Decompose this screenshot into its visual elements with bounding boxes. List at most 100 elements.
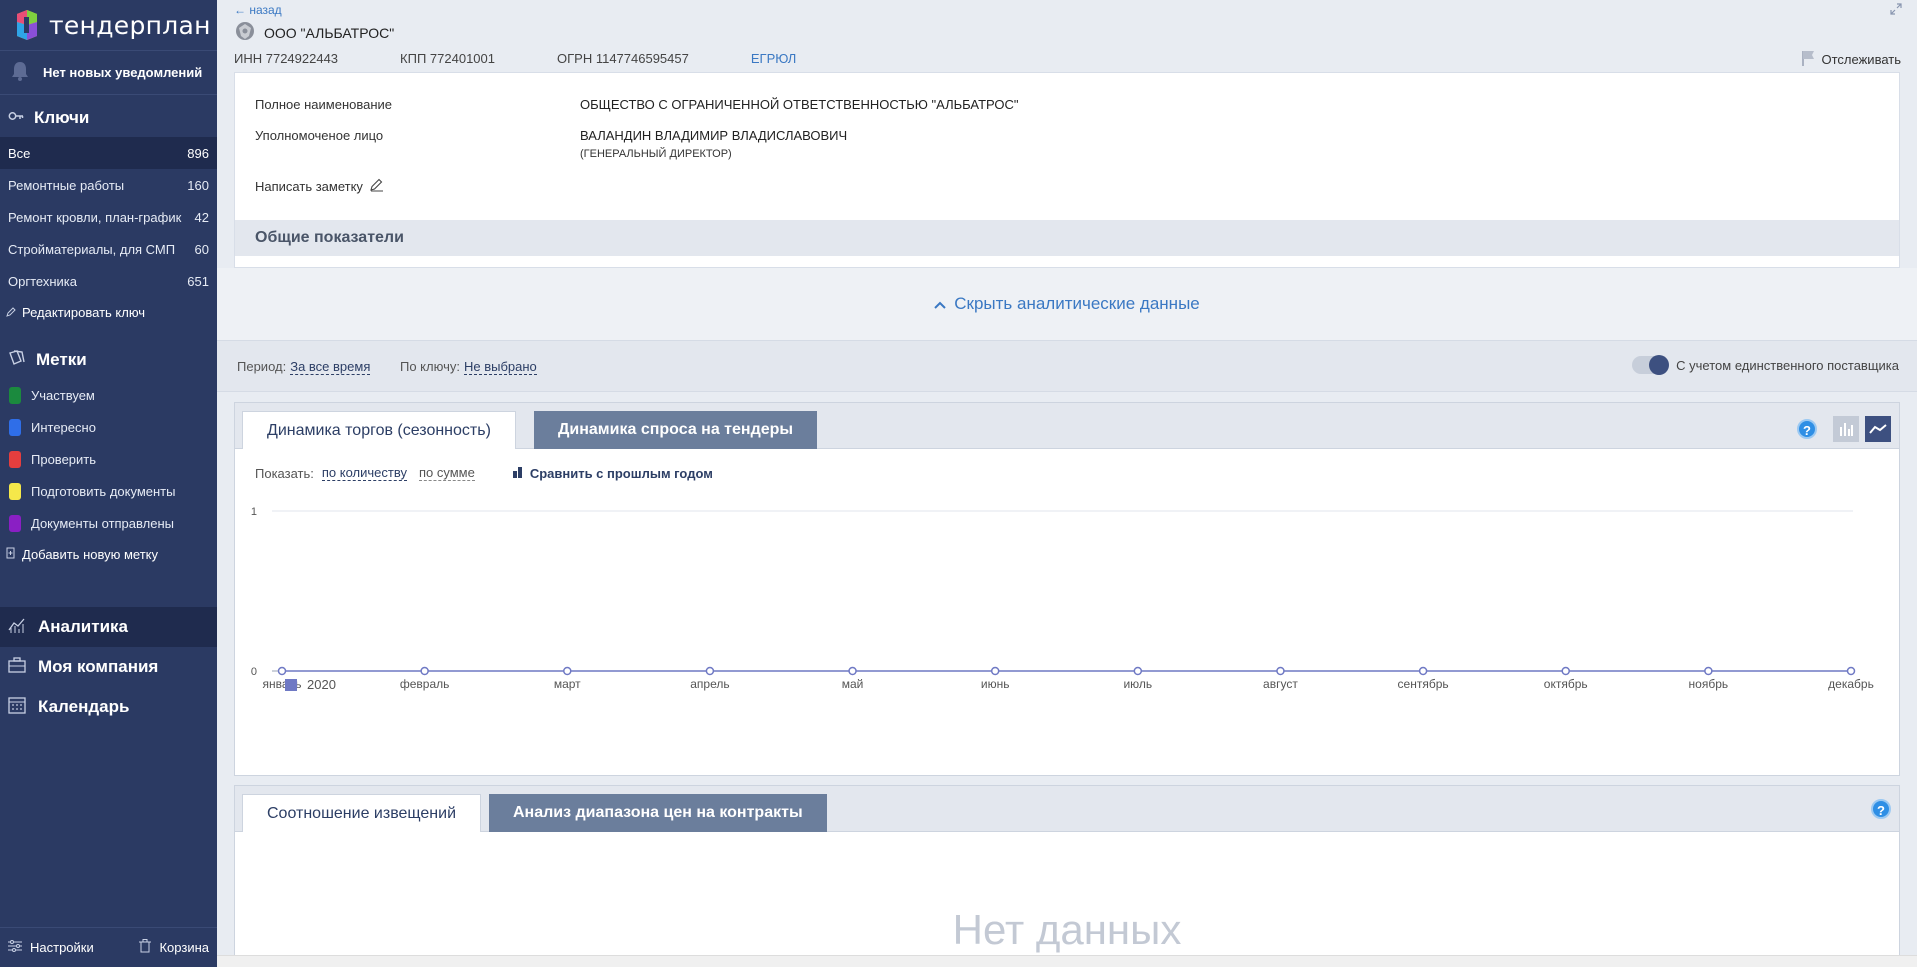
tag-icon: [8, 349, 26, 372]
sidebar-footer: Настройки Корзина: [0, 927, 217, 967]
tag-item-participate[interactable]: Участвуем: [0, 379, 217, 411]
nav-my-company[interactable]: Моя компания: [0, 647, 217, 687]
tab-trade-dynamics[interactable]: Динамика торгов (сезонность): [242, 411, 516, 449]
general-indicators-header[interactable]: Общие показатели: [235, 220, 1899, 256]
help-icon[interactable]: ?: [1797, 419, 1817, 439]
data-point: [563, 666, 572, 676]
hide-analytics-toggle[interactable]: Скрыть аналитические данные: [217, 268, 1917, 340]
data-point: [277, 666, 287, 676]
key-item-office-equipment[interactable]: Оргтехника 651: [0, 265, 217, 297]
show-by-sum[interactable]: по сумме: [418, 465, 475, 481]
x-tick-label: август: [1263, 677, 1298, 691]
logo[interactable]: тендерплан: [0, 0, 217, 50]
trash-icon: [139, 939, 152, 956]
key-value[interactable]: Не выбрано: [463, 359, 537, 375]
x-tick-label: февраль: [400, 677, 450, 691]
nav-analytics[interactable]: Аналитика: [0, 607, 217, 647]
person-role: (ГЕНЕРАЛЬНЫЙ ДИРЕКТОР): [580, 148, 732, 160]
tag-item-interesting[interactable]: Интересно: [0, 411, 217, 443]
collapse-icon[interactable]: [1890, 3, 1902, 18]
logo-icon: [14, 10, 40, 40]
notices-panel: Соотношение извещений Анализ диапазона ц…: [234, 785, 1900, 967]
tag-color: [9, 386, 21, 404]
company-title: ООО "АЛЬБАТРОС": [234, 20, 394, 45]
x-tick-label: ноябрь: [1689, 677, 1729, 691]
edit-key-link[interactable]: Редактировать ключ: [0, 297, 217, 327]
company-header: ← назад ООО "АЛЬБАТРОС" ИНН 7724922443 К…: [217, 0, 1917, 72]
horizontal-scrollbar[interactable]: [217, 955, 1917, 967]
sidebar: тендерплан Нет новых уведомлений Ключи В…: [0, 0, 217, 967]
tab-demand-dynamics[interactable]: Динамика спроса на тендеры: [534, 411, 818, 449]
settings-link[interactable]: Настройки: [8, 940, 94, 955]
x-tick-label: май: [842, 677, 864, 691]
trash-link[interactable]: Корзина: [139, 939, 209, 956]
tags-title: Метки: [0, 341, 217, 379]
period-value[interactable]: За все время: [290, 359, 371, 375]
pencil-icon: [6, 305, 16, 320]
key-item-repair[interactable]: Ремонтные работы 160: [0, 169, 217, 201]
dynamics-tabs: Динамика торгов (сезонность) Динамика сп…: [235, 403, 1899, 449]
tag-color: [9, 514, 21, 532]
data-point: [1276, 666, 1285, 676]
chart-legend[interactable]: 2020: [285, 677, 336, 692]
dynamics-chart: 01январь февраль март апрель май июнь июль авгу…: [251, 506, 1874, 691]
notifications-label: Нет новых уведомлений: [43, 65, 203, 80]
tag-color: [9, 418, 21, 436]
x-tick-label: октябрь: [1544, 677, 1588, 691]
tag-color: [9, 450, 21, 468]
bar-chart-button[interactable]: [1833, 416, 1859, 442]
keys-title: Ключи: [0, 99, 217, 137]
compare-bar-icon: [512, 466, 523, 481]
key-item-materials[interactable]: Стройматериалы, для СМП 60: [0, 233, 217, 265]
legend-label: 2020: [307, 677, 336, 692]
line-chart-button[interactable]: [1865, 416, 1891, 442]
key-filter[interactable]: По ключу: Не выбрано: [400, 359, 537, 375]
track-button[interactable]: Отслеживать: [1801, 50, 1901, 69]
show-by-count[interactable]: по количеству: [321, 465, 407, 481]
single-supplier-toggle[interactable]: С учетом единственного поставщика: [1632, 355, 1899, 375]
nav-calendar[interactable]: Календарь: [0, 687, 217, 727]
person-label: Уполномоченое лицо: [255, 128, 384, 143]
company-info-card: Полное наименование ОБЩЕСТВО С ОГРАНИЧЕН…: [234, 72, 1900, 268]
emblem-icon: [234, 20, 256, 45]
tab-notices-ratio[interactable]: Соотношение извещений: [242, 794, 481, 832]
compare-last-year[interactable]: Сравнить с прошлым годом: [512, 466, 713, 481]
write-note-button[interactable]: Написать заметку: [255, 177, 384, 195]
ogrn: ОГРН 1147746595457: [557, 51, 689, 66]
briefcase-icon: [8, 656, 26, 678]
back-link[interactable]: ← назад: [234, 3, 282, 17]
egrul-link[interactable]: ЕГРЮЛ: [751, 51, 796, 66]
key-item-all[interactable]: Все 896: [0, 137, 217, 169]
inn: ИНН 7724922443: [234, 51, 339, 66]
company-requisites: ИНН 7724922443 КПП 772401001 ОГРН 114774…: [234, 51, 858, 66]
tab-price-range[interactable]: Анализ диапазона цен на контракты: [489, 794, 827, 832]
data-point: [990, 666, 1000, 676]
add-tag-link[interactable]: Добавить новую метку: [0, 539, 217, 569]
x-tick-label: июль: [1123, 677, 1152, 691]
data-point: [705, 666, 715, 676]
data-point: [1846, 666, 1856, 676]
period-filter[interactable]: Период: За все время: [237, 359, 371, 375]
calendar-icon: [8, 696, 26, 719]
key-item-roof[interactable]: Ремонт кровли, план-график 42: [0, 201, 217, 233]
analytics-icon: [8, 616, 26, 639]
notices-tabs: Соотношение извещений Анализ диапазона ц…: [235, 786, 1899, 832]
bell-icon: [10, 60, 30, 85]
toggle-knob: [1649, 355, 1670, 375]
y-tick-label: 1: [251, 506, 257, 518]
notifications[interactable]: Нет новых уведомлений: [0, 50, 217, 95]
tag-item-check[interactable]: Проверить: [0, 443, 217, 475]
person-value: ВАЛАНДИН ВЛАДИМИР ВЛАДИСЛАВОВИЧ: [580, 128, 848, 143]
toggle-switch[interactable]: [1632, 355, 1670, 375]
full-name-value: ОБЩЕСТВО С ОГРАНИЧЕННОЙ ОТВЕТСТВЕННОСТЬЮ…: [580, 97, 1019, 112]
chevron-up-icon: [934, 294, 946, 314]
data-point: [420, 666, 429, 676]
data-point: [1418, 666, 1428, 676]
key-icon: [8, 108, 24, 129]
help-icon[interactable]: ?: [1871, 799, 1891, 819]
x-tick-label: декабрь: [1828, 677, 1874, 691]
tag-item-docs-sent[interactable]: Документы отправлены: [0, 507, 217, 539]
tag-item-prepare-docs[interactable]: Подготовить документы: [0, 475, 217, 507]
kpp: КПП 772401001: [400, 51, 495, 66]
main-content: ← назад ООО "АЛЬБАТРОС" ИНН 7724922443 К…: [217, 0, 1917, 967]
